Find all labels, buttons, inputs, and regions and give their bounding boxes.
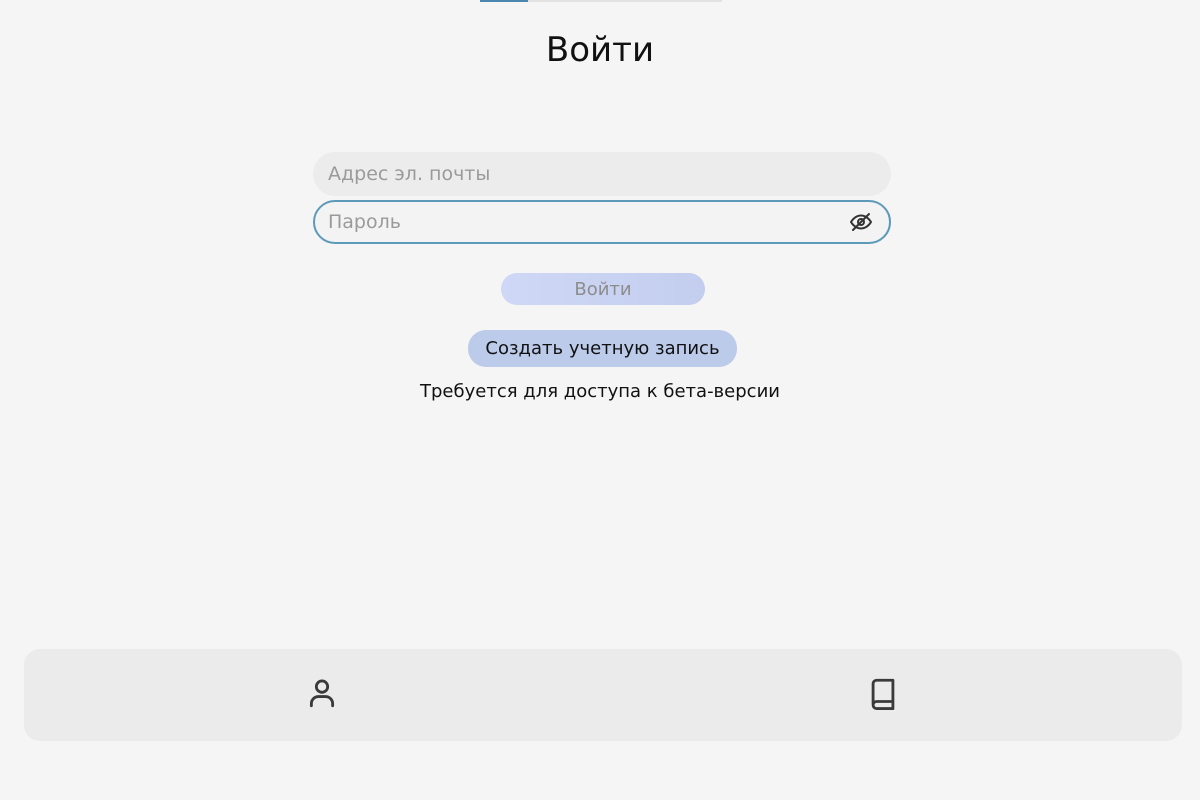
nav-item-library[interactable] (864, 676, 902, 714)
password-field-container (313, 200, 891, 244)
login-button[interactable]: Войти (501, 273, 705, 305)
top-progress-bar (480, 0, 722, 2)
email-field-container (313, 152, 891, 196)
page-title: Войти (545, 30, 655, 70)
eye-off-icon[interactable] (849, 210, 873, 234)
user-icon (305, 676, 339, 714)
password-input[interactable] (315, 202, 889, 242)
top-progress-fill (480, 0, 529, 2)
book-icon (866, 676, 900, 714)
nav-item-profile[interactable] (303, 676, 341, 714)
login-page: Войти Войти Создать учетную запись Требу… (0, 0, 1200, 800)
bottom-nav (24, 649, 1182, 741)
beta-note: Требуется для доступа к бета-версии (420, 381, 780, 402)
email-input[interactable] (315, 154, 889, 194)
create-account-button[interactable]: Создать учетную запись (468, 330, 737, 367)
